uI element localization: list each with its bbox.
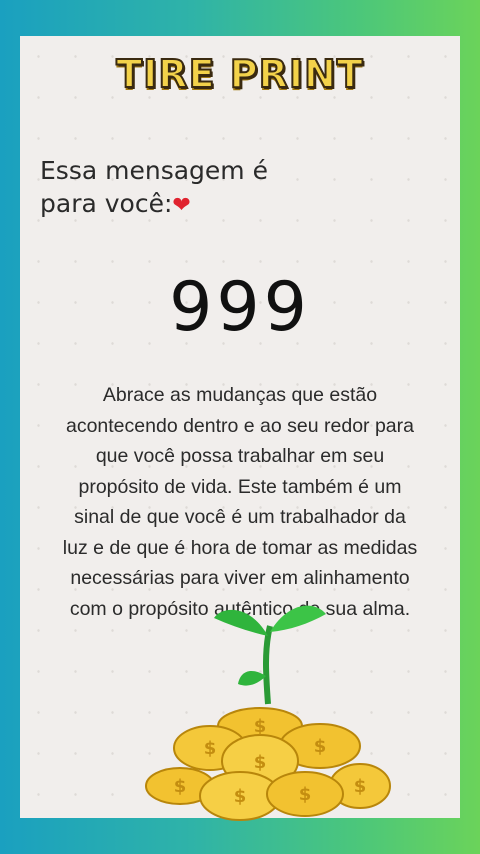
svg-text:$: $: [299, 784, 312, 805]
angel-number: 999: [169, 268, 311, 347]
svg-text:$: $: [174, 776, 187, 797]
gold-coins-icon: $ $ $ $ $ $ $ $: [145, 707, 391, 821]
svg-text:$: $: [234, 786, 247, 807]
message-card: TIRE PRINT Essa mensagem é para você:❤ 9…: [20, 36, 460, 821]
intro-line-1: Essa mensagem é: [40, 156, 268, 185]
intro-line-2-text: para você:: [40, 189, 173, 218]
svg-text:$: $: [204, 738, 217, 759]
brand-title: TIRE PRINT: [115, 51, 364, 97]
svg-text:$: $: [254, 716, 267, 737]
message-body: Abrace as mudanças que estão acontecendo…: [62, 384, 418, 620]
svg-text:$: $: [314, 736, 327, 757]
svg-text:$: $: [254, 752, 267, 773]
svg-text:$: $: [354, 776, 367, 797]
intro-text: Essa mensagem é para você:❤: [40, 154, 340, 222]
intro-line-2: para você:❤: [40, 187, 340, 222]
heart-icon: ❤: [172, 193, 191, 218]
